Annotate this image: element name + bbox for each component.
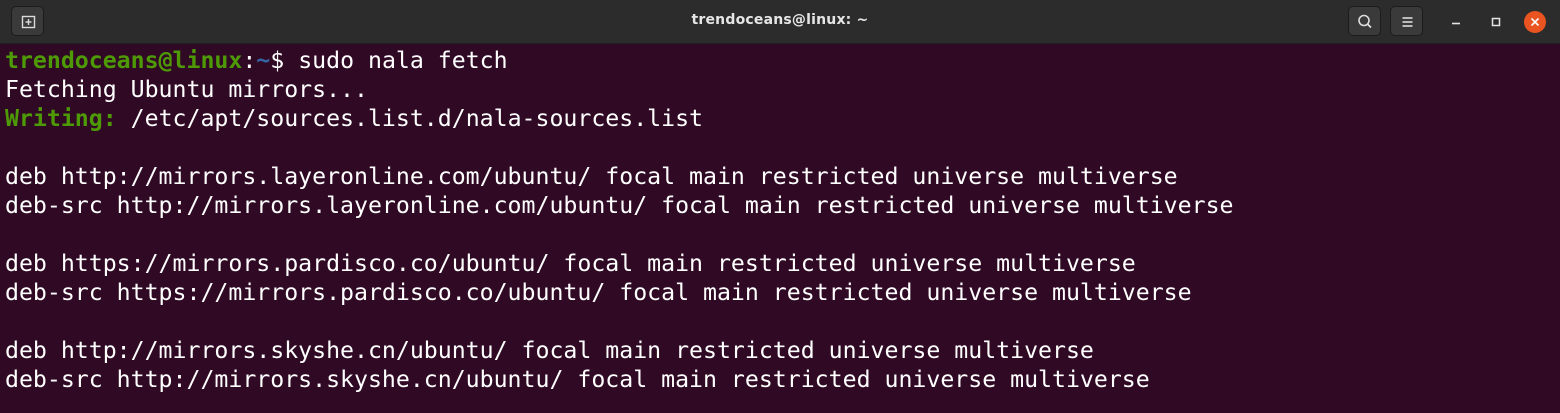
- command-text: sudo nala fetch: [298, 47, 508, 74]
- writing-label: Writing:: [5, 105, 117, 132]
- prompt-symbol: $: [270, 47, 299, 74]
- terminal-window: trendoceans@linux: ~ trendoceans@linux:~…: [0, 0, 1560, 413]
- mirror-line: deb http://mirrors.layeronline.com/ubunt…: [5, 163, 1178, 190]
- mirror-line: deb https://mirrors.pardisco.co/ubuntu/ …: [5, 250, 1136, 277]
- maximize-button[interactable]: [1483, 9, 1509, 35]
- mirror-line: deb-src http://mirrors.layeronline.com/u…: [5, 192, 1234, 219]
- prompt-colon: :: [242, 47, 257, 74]
- title-bar[interactable]: trendoceans@linux: ~: [0, 0, 1560, 44]
- minimize-icon: [1452, 22, 1460, 25]
- menu-button[interactable]: [1390, 6, 1423, 36]
- prompt-line: trendoceans@linux:~$ sudo nala fetch: [5, 46, 1560, 75]
- mirror-line: deb http://mirrors.skyshe.cn/ubuntu/ foc…: [5, 337, 1094, 364]
- search-button[interactable]: [1348, 6, 1381, 36]
- terminal-output[interactable]: trendoceans@linux:~$ sudo nala fetch Fet…: [0, 46, 1560, 413]
- output-line: Writing: /etc/apt/sources.list.d/nala-so…: [5, 104, 1560, 133]
- hamburger-menu-icon: [1402, 17, 1413, 27]
- prompt-path: ~: [256, 47, 271, 74]
- prompt-user-host: trendoceans@linux: [5, 47, 243, 74]
- mirror-line: deb-src https://mirrors.pardisco.co/ubun…: [5, 279, 1192, 306]
- minimize-button[interactable]: [1443, 9, 1469, 35]
- writing-path: /etc/apt/sources.list.d/nala-sources.lis…: [116, 105, 704, 132]
- maximize-icon: [1491, 17, 1501, 27]
- mirror-line: deb-src http://mirrors.skyshe.cn/ubuntu/…: [5, 366, 1150, 393]
- output-line: Fetching Ubuntu mirrors...: [5, 76, 368, 103]
- close-button[interactable]: [1522, 9, 1548, 35]
- search-icon: [1358, 14, 1372, 29]
- window-title: trendoceans@linux: ~: [691, 12, 869, 28]
- close-icon: [1524, 11, 1546, 33]
